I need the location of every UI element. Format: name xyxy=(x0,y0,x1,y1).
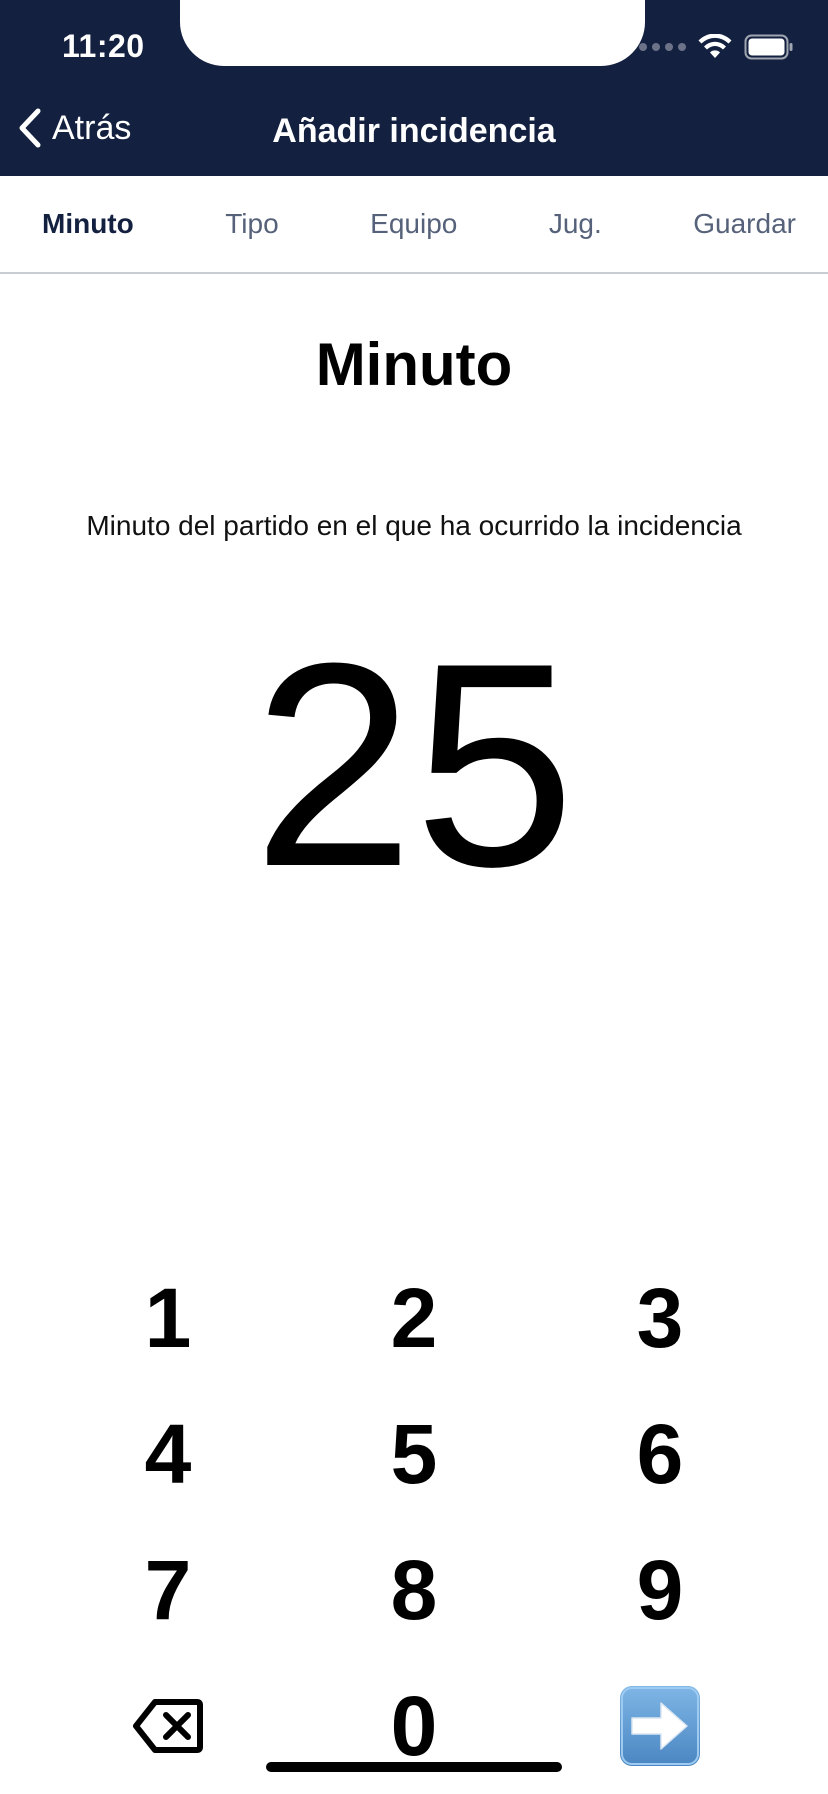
home-indicator[interactable] xyxy=(266,1762,562,1772)
key-9[interactable]: 9 xyxy=(537,1522,783,1658)
next-button[interactable] xyxy=(537,1658,783,1794)
numeric-keypad: 1 2 3 4 5 6 7 8 9 0 xyxy=(45,1250,783,1790)
key-0[interactable]: 0 xyxy=(291,1658,537,1794)
section-description: Minuto del partido en el que ha ocurrido… xyxy=(86,510,742,541)
delete-button[interactable] xyxy=(45,1658,291,1794)
device-notch xyxy=(180,0,645,66)
step-tabs: Minuto Tipo Equipo Jug. Guardar xyxy=(0,176,828,274)
key-8[interactable]: 8 xyxy=(291,1522,537,1658)
tab-jugador[interactable]: Jug. xyxy=(537,208,614,240)
wifi-icon xyxy=(698,34,732,58)
key-5[interactable]: 5 xyxy=(291,1386,537,1522)
section-title: Minuto xyxy=(315,331,513,398)
key-7[interactable]: 7 xyxy=(45,1522,291,1658)
tab-equipo[interactable]: Equipo xyxy=(358,208,469,240)
key-4[interactable]: 4 xyxy=(45,1386,291,1522)
battery-icon xyxy=(744,34,793,60)
page-title: Añadir incidencia xyxy=(272,112,556,150)
cellular-signal-icon xyxy=(639,43,686,51)
status-icons xyxy=(639,34,794,60)
arrow-right-icon xyxy=(620,1686,700,1766)
tab-minuto[interactable]: Minuto xyxy=(30,208,146,240)
key-2[interactable]: 2 xyxy=(291,1250,537,1386)
status-time: 11:20 xyxy=(62,28,145,64)
key-6[interactable]: 6 xyxy=(537,1386,783,1522)
tab-tipo[interactable]: Tipo xyxy=(213,208,290,240)
tab-guardar[interactable]: Guardar xyxy=(681,208,808,240)
key-3[interactable]: 3 xyxy=(537,1250,783,1386)
header: 11:20 Atrás Añadir incidencia xyxy=(0,0,828,176)
minute-display: 25 xyxy=(252,603,576,927)
backspace-icon xyxy=(133,1699,203,1753)
navigation-bar: Atrás Añadir incidencia xyxy=(0,100,828,164)
key-1[interactable]: 1 xyxy=(45,1250,291,1386)
